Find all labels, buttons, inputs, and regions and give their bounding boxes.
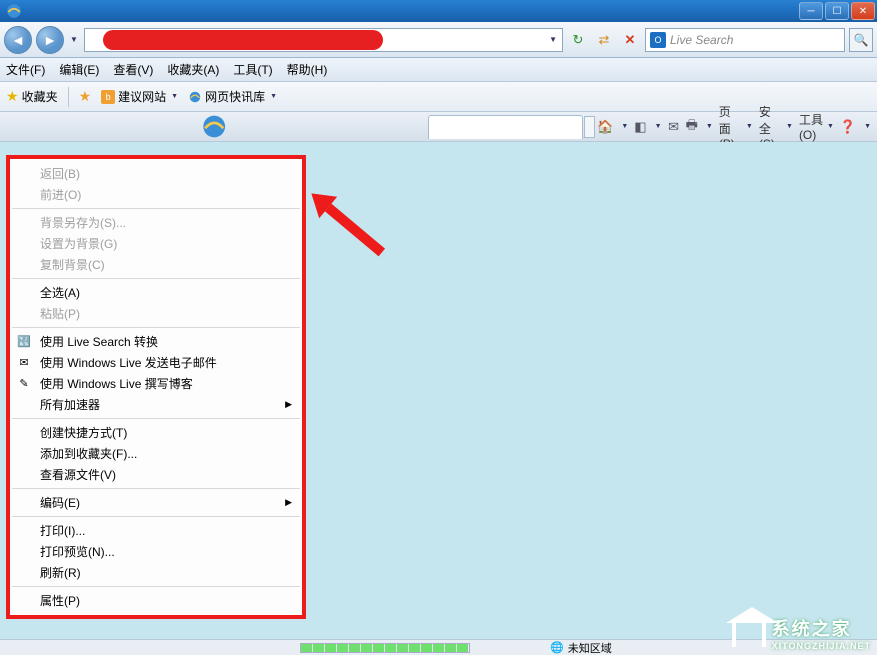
read-mail-button[interactable]: ✉ <box>668 118 680 136</box>
menu-edit[interactable]: 编辑(E) <box>59 61 99 78</box>
chevron-down-icon[interactable]: ▼ <box>621 123 628 130</box>
favorites-button[interactable]: ★收藏夹 <box>6 88 58 105</box>
feeds-button[interactable]: ◧ <box>634 118 646 136</box>
tab-bar: 🏠▼ ◧▼ ✉ 🖶▼ 页面(P)▼ 安全(S)▼ 工具(O)▼ ❓▼ <box>0 112 877 142</box>
watermark: 系统之家 XITONGZHIJIA.NET <box>732 615 871 651</box>
ctx-print[interactable]: 打印(I)... <box>10 520 302 541</box>
context-menu: 返回(B) 前进(O) 背景另存为(S)... 设置为背景(G) 复制背景(C)… <box>6 155 306 619</box>
chevron-down-icon[interactable]: ▼ <box>655 123 662 130</box>
menu-bar: 文件(F) 编辑(E) 查看(V) 收藏夹(A) 工具(T) 帮助(H) <box>0 58 877 82</box>
menu-view[interactable]: 查看(V) <box>113 61 153 78</box>
ctx-forward: 前进(O) <box>10 184 302 205</box>
add-favorite-icon[interactable]: ★ <box>79 88 92 105</box>
ctx-add-favorites[interactable]: 添加到收藏夹(F)... <box>10 443 302 464</box>
suggested-sites-link[interactable]: b建议网站▼ <box>101 88 178 105</box>
stop-button[interactable]: ✕ <box>619 29 641 51</box>
star-icon: ★ <box>6 88 19 105</box>
progress-bar <box>300 643 470 653</box>
search-placeholder: Live Search <box>670 33 733 47</box>
window-minimize-button[interactable]: ─ <box>799 2 823 20</box>
ctx-live-mail[interactable]: ✉使用 Windows Live 发送电子邮件 <box>10 352 302 373</box>
window-close-button[interactable]: ✕ <box>851 2 875 20</box>
ctx-view-source[interactable]: 查看源文件(V) <box>10 464 302 485</box>
watermark-name: 系统之家 <box>772 615 871 641</box>
web-slice-link[interactable]: 网页快讯库▼ <box>188 88 277 105</box>
separator <box>68 87 69 107</box>
ctx-copy-bg: 复制背景(C) <box>10 254 302 275</box>
ctx-create-shortcut[interactable]: 创建快捷方式(T) <box>10 422 302 443</box>
chevron-down-icon[interactable]: ▼ <box>864 123 871 130</box>
ctx-all-accelerators[interactable]: 所有加速器▶ <box>10 394 302 415</box>
refresh-button[interactable]: ↻ <box>567 29 589 51</box>
search-box[interactable]: O Live Search <box>645 28 845 52</box>
watermark-house-icon <box>732 619 766 647</box>
ie-small-icon <box>188 90 202 104</box>
globe-icon: 🌐 <box>550 641 564 654</box>
browser-tab[interactable] <box>428 115 583 139</box>
ctx-paste: 粘贴(P) <box>10 303 302 324</box>
home-button[interactable]: 🏠 <box>597 118 613 136</box>
ctx-back: 返回(B) <box>10 163 302 184</box>
title-bar: ─ ☐ ✕ <box>0 0 877 22</box>
window-maximize-button[interactable]: ☐ <box>825 2 849 20</box>
address-dropdown-icon[interactable]: ▼ <box>546 35 560 44</box>
security-zone-label: 未知区域 <box>568 640 612 656</box>
ie-logo-icon <box>5 2 23 20</box>
chevron-down-icon: ▼ <box>270 93 277 100</box>
blog-icon: ✎ <box>16 376 32 392</box>
new-tab-button[interactable] <box>584 116 595 138</box>
ctx-set-bg: 设置为背景(G) <box>10 233 302 254</box>
tools-menu[interactable]: 工具(O)▼ <box>799 111 834 142</box>
nav-history-dropdown[interactable]: ▼ <box>68 26 80 54</box>
search-button[interactable]: 🔍 <box>849 28 873 52</box>
submenu-arrow-icon: ▶ <box>285 497 292 508</box>
ctx-encoding[interactable]: 编码(E)▶ <box>10 492 302 513</box>
menu-favorites[interactable]: 收藏夹(A) <box>167 61 219 78</box>
compatibility-button[interactable]: ⇄ <box>593 29 615 51</box>
help-button[interactable]: ❓ <box>840 118 856 136</box>
menu-file[interactable]: 文件(F) <box>6 61 45 78</box>
print-button[interactable]: 🖶 <box>686 118 698 136</box>
translate-icon: 🔣 <box>16 334 32 350</box>
chevron-down-icon[interactable]: ▼ <box>706 123 713 130</box>
submenu-arrow-icon: ▶ <box>285 399 292 410</box>
address-redacted <box>103 30 383 50</box>
address-bar[interactable]: ▼ <box>84 28 563 52</box>
ctx-live-search-convert[interactable]: 🔣使用 Live Search 转换 <box>10 331 302 352</box>
ctx-properties[interactable]: 属性(P) <box>10 590 302 611</box>
live-search-icon: O <box>650 32 666 48</box>
watermark-url: XITONGZHIJIA.NET <box>772 641 871 651</box>
nav-back-button[interactable]: ◄ <box>4 26 32 54</box>
navigation-bar: ◄ ► ▼ ▼ ↻ ⇄ ✕ O Live Search 🔍 <box>0 22 877 58</box>
ctx-save-bg: 背景另存为(S)... <box>10 212 302 233</box>
ctx-select-all[interactable]: 全选(A) <box>10 282 302 303</box>
menu-help[interactable]: 帮助(H) <box>287 61 328 78</box>
tab-ie-icon <box>6 112 422 141</box>
bing-icon: b <box>101 90 115 104</box>
ctx-refresh[interactable]: 刷新(R) <box>10 562 302 583</box>
ctx-print-preview[interactable]: 打印预览(N)... <box>10 541 302 562</box>
mail-icon: ✉ <box>16 355 32 371</box>
nav-forward-button[interactable]: ► <box>36 26 64 54</box>
ctx-live-blog[interactable]: ✎使用 Windows Live 撰写博客 <box>10 373 302 394</box>
chevron-down-icon: ▼ <box>171 93 178 100</box>
menu-tools[interactable]: 工具(T) <box>233 61 272 78</box>
